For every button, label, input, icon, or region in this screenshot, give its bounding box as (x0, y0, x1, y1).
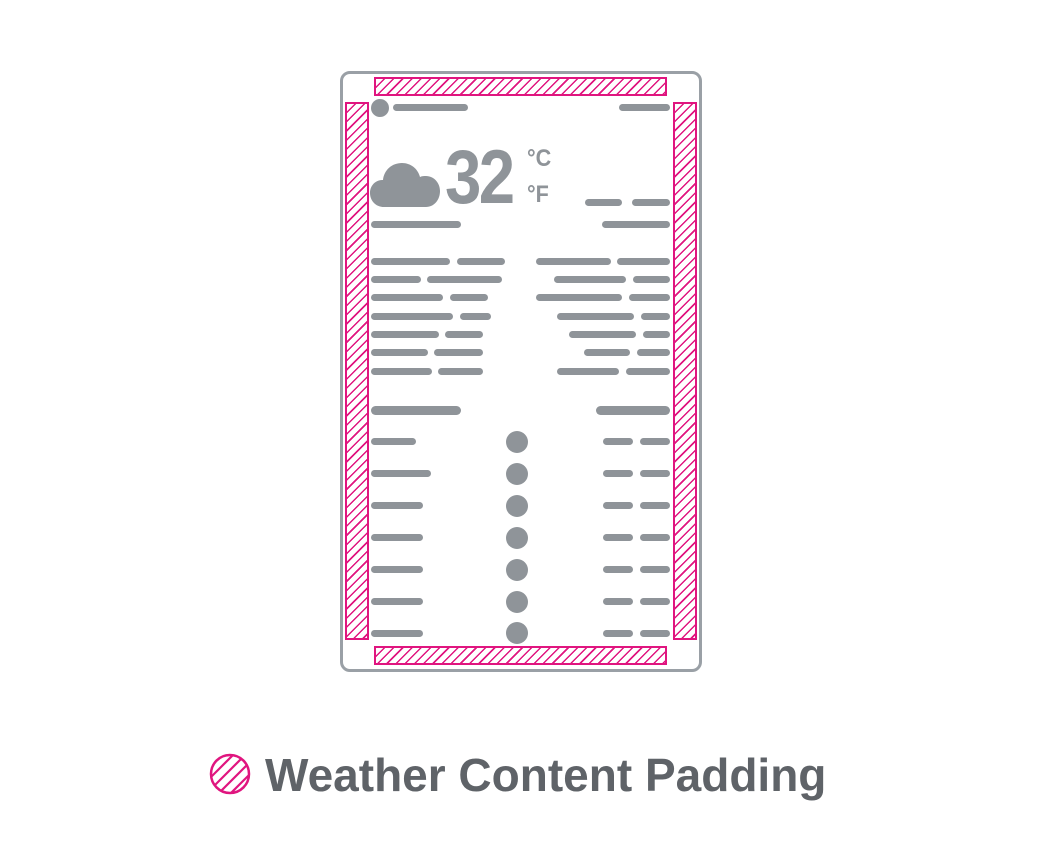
forecast-low-placeholder (603, 502, 633, 509)
header-meta-placeholder (619, 104, 670, 111)
detail-label (371, 368, 432, 375)
detail-value (617, 258, 670, 265)
right-padding-region (673, 102, 697, 640)
detail-value (457, 258, 505, 265)
celsius-unit[interactable]: °C (527, 145, 551, 173)
detail-label (371, 258, 450, 265)
forecast-low-placeholder (603, 438, 633, 445)
detail-label (536, 294, 622, 301)
legend-label: Weather Content Padding (265, 749, 827, 801)
header-title-placeholder (393, 104, 468, 111)
detail-value (434, 349, 483, 356)
detail-value (637, 349, 670, 356)
forecast-low-placeholder (603, 630, 633, 637)
condition-placeholder (585, 199, 622, 206)
detail-value (460, 313, 491, 320)
summary-placeholder (602, 221, 670, 228)
forecast-high-placeholder (640, 630, 670, 637)
forecast-high-placeholder (640, 502, 670, 509)
forecast-weather-icon (506, 622, 528, 644)
detail-value (450, 294, 488, 301)
detail-label (371, 313, 453, 320)
bottom-padding-region (374, 646, 667, 665)
temperature-value: 32 (445, 135, 515, 220)
forecast-low-placeholder (603, 566, 633, 573)
forecast-day-placeholder (371, 470, 431, 477)
forecast-weather-icon (506, 463, 528, 485)
forecast-low-placeholder (603, 534, 633, 541)
detail-label (371, 294, 443, 301)
forecast-title-placeholder (371, 406, 461, 415)
detail-label (557, 313, 634, 320)
detail-label (554, 276, 626, 283)
summary-placeholder (371, 221, 461, 228)
hatched-circle-icon (209, 753, 251, 795)
detail-label (371, 349, 428, 356)
top-padding-region (374, 77, 667, 96)
forecast-high-placeholder (640, 566, 670, 573)
location-icon (371, 99, 389, 117)
forecast-weather-icon (506, 591, 528, 613)
forecast-day-placeholder (371, 438, 416, 445)
forecast-day-placeholder (371, 534, 423, 541)
detail-label (557, 368, 619, 375)
forecast-low-placeholder (603, 598, 633, 605)
forecast-day-placeholder (371, 598, 423, 605)
diagram-canvas: 32 °C °F Weather Content Padding (0, 0, 1042, 864)
detail-label (569, 331, 636, 338)
detail-label (584, 349, 630, 356)
detail-label (371, 276, 421, 283)
forecast-day-placeholder (371, 566, 423, 573)
condition-placeholder (632, 199, 670, 206)
detail-label (371, 331, 439, 338)
detail-value (643, 331, 670, 338)
forecast-high-placeholder (640, 438, 670, 445)
forecast-weather-icon (506, 431, 528, 453)
detail-value (633, 276, 670, 283)
forecast-high-placeholder (640, 598, 670, 605)
forecast-day-placeholder (371, 502, 423, 509)
detail-value (626, 368, 670, 375)
forecast-weather-icon (506, 559, 528, 581)
fahrenheit-unit[interactable]: °F (527, 181, 549, 209)
cloud-icon (370, 163, 440, 207)
detail-value (427, 276, 502, 283)
left-padding-region (345, 102, 369, 640)
detail-value (445, 331, 483, 338)
detail-value (629, 294, 670, 301)
forecast-weather-icon (506, 527, 528, 549)
detail-value (641, 313, 670, 320)
forecast-meta-placeholder (596, 406, 670, 415)
forecast-high-placeholder (640, 534, 670, 541)
detail-value (438, 368, 483, 375)
forecast-weather-icon (506, 495, 528, 517)
detail-label (536, 258, 611, 265)
forecast-high-placeholder (640, 470, 670, 477)
forecast-low-placeholder (603, 470, 633, 477)
forecast-day-placeholder (371, 630, 423, 637)
